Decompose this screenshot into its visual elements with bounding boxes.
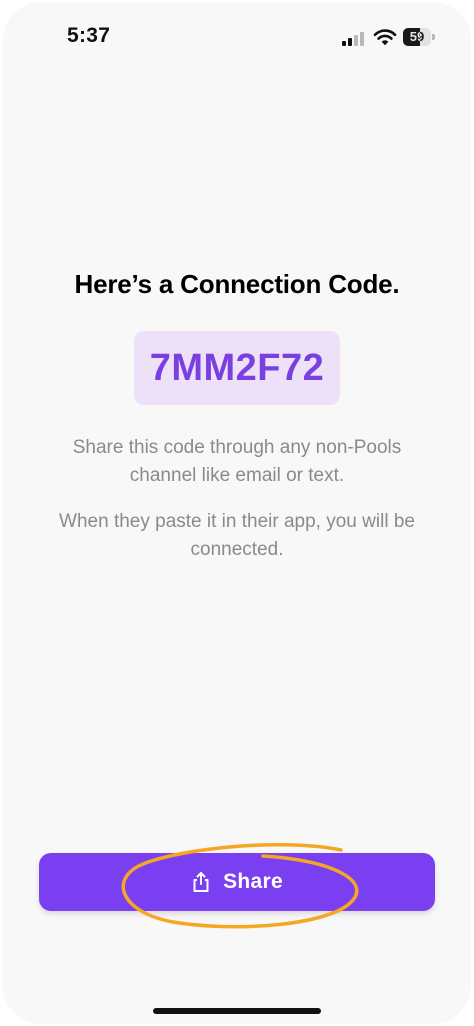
share-instructions: Share this code through any non-Pools ch… (72, 437, 402, 486)
battery-level: 59 (409, 29, 425, 44)
wifi-icon (373, 29, 397, 46)
connection-code: 7MM2F72 (149, 346, 325, 389)
status-time: 5:37 (67, 24, 111, 47)
battery-icon: 59 (403, 28, 435, 46)
home-indicator (153, 1008, 321, 1014)
connection-code-box: 7MM2F72 (134, 331, 340, 405)
share-button[interactable]: Share (39, 853, 435, 911)
cellular-signal-icon (342, 30, 366, 46)
page-title: Here’s a Connection Code. (74, 269, 400, 299)
share-button-label: Share (223, 870, 283, 893)
share-icon (193, 872, 209, 892)
paste-instructions: When they paste it in their app, you wil… (59, 511, 415, 560)
app-screen: 5:37 59 Here’s a Connection Code. 7MM2F7… (3, 2, 471, 1024)
